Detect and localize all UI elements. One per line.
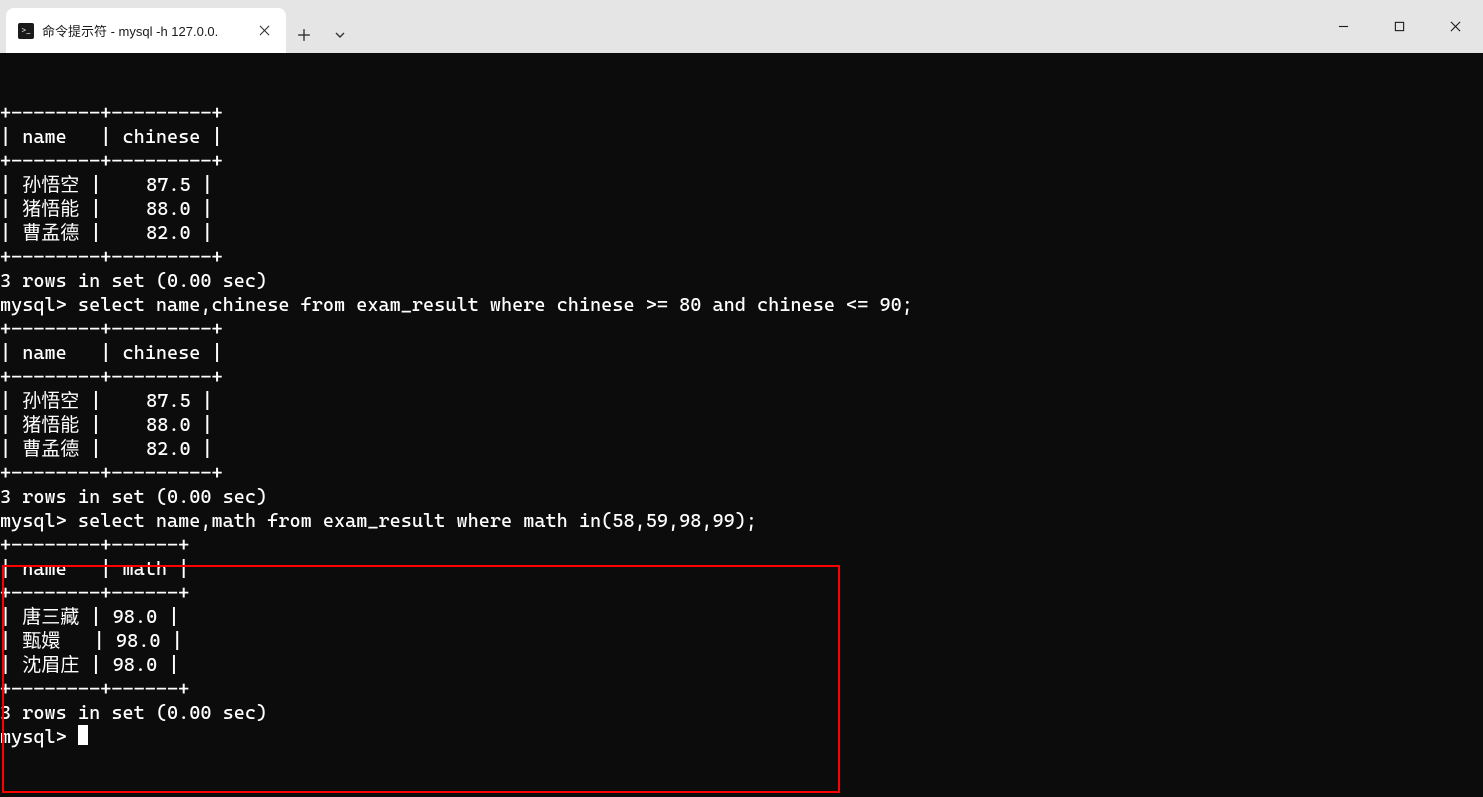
terminal-line: +--------+---------+ bbox=[0, 317, 1483, 341]
terminal-line: | name | chinese | bbox=[0, 125, 1483, 149]
cursor bbox=[78, 725, 88, 745]
terminal-line: mysql> select name,math from exam_result… bbox=[0, 509, 1483, 533]
terminal-line: | 唐三藏 | 98.0 | bbox=[0, 605, 1483, 629]
close-window-button[interactable] bbox=[1427, 0, 1483, 53]
terminal-line: +--------+------+ bbox=[0, 581, 1483, 605]
terminal-line: | 曹孟德 | 82.0 | bbox=[0, 437, 1483, 461]
terminal-line: +--------+---------+ bbox=[0, 149, 1483, 173]
terminal-tab[interactable]: >_ 命令提示符 - mysql -h 127.0.0. bbox=[6, 8, 286, 53]
tab-title: 命令提示符 - mysql -h 127.0.0. bbox=[42, 21, 244, 40]
terminal-line: +--------+---------+ bbox=[0, 245, 1483, 269]
terminal-line: 3 rows in set (0.00 sec) bbox=[0, 701, 1483, 725]
terminal-line: | 沈眉庄 | 98.0 | bbox=[0, 653, 1483, 677]
cmd-icon: >_ bbox=[18, 23, 34, 39]
titlebar: >_ 命令提示符 - mysql -h 127.0.0. bbox=[0, 0, 1483, 53]
terminal-line: mysql> select name,chinese from exam_res… bbox=[0, 293, 1483, 317]
terminal-line: 3 rows in set (0.00 sec) bbox=[0, 269, 1483, 293]
terminal-line: | name | math | bbox=[0, 557, 1483, 581]
terminal-line: +--------+---------+ bbox=[0, 101, 1483, 125]
terminal-line: | 猪悟能 | 88.0 | bbox=[0, 197, 1483, 221]
terminal-line: 3 rows in set (0.00 sec) bbox=[0, 485, 1483, 509]
terminal-line: | 猪悟能 | 88.0 | bbox=[0, 413, 1483, 437]
terminal-line: | 孙悟空 | 87.5 | bbox=[0, 389, 1483, 413]
terminal-line: +--------+------+ bbox=[0, 533, 1483, 557]
terminal-line: +--------+---------+ bbox=[0, 461, 1483, 485]
terminal-line: | 孙悟空 | 87.5 | bbox=[0, 173, 1483, 197]
terminal-line: +--------+------+ bbox=[0, 677, 1483, 701]
titlebar-left: >_ 命令提示符 - mysql -h 127.0.0. bbox=[0, 0, 358, 53]
minimize-button[interactable] bbox=[1315, 0, 1371, 53]
close-tab-button[interactable] bbox=[252, 19, 276, 43]
terminal-line: mysql> bbox=[0, 725, 1483, 749]
new-tab-button[interactable] bbox=[286, 17, 322, 53]
terminal-line: | name | chinese | bbox=[0, 341, 1483, 365]
terminal-output: +--------+---------+| name | chinese |+-… bbox=[0, 101, 1483, 749]
maximize-button[interactable] bbox=[1371, 0, 1427, 53]
window-controls bbox=[1315, 0, 1483, 53]
terminal-viewport[interactable]: +--------+---------+| name | chinese |+-… bbox=[0, 53, 1483, 797]
terminal-line: +--------+---------+ bbox=[0, 365, 1483, 389]
tab-dropdown-button[interactable] bbox=[322, 17, 358, 53]
terminal-line: | 甄嬛 | 98.0 | bbox=[0, 629, 1483, 653]
terminal-line: | 曹孟德 | 82.0 | bbox=[0, 221, 1483, 245]
